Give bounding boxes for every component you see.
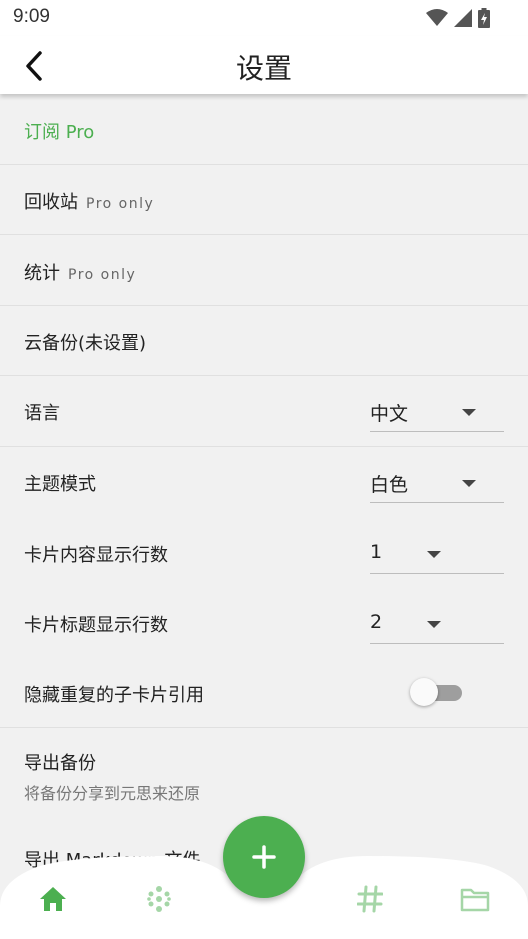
page-title: 设置: [235, 52, 292, 85]
recycle-bin-title: 回收站: [24, 192, 78, 213]
export-backup-item[interactable]: 导出备份 将备份分享到元思来还原: [0, 728, 528, 814]
app-bar: 设置: [0, 36, 528, 94]
subscribe-pro-item[interactable]: 订阅 Pro: [0, 94, 528, 164]
chevron-down-icon: [462, 409, 476, 416]
status-icons: [426, 8, 490, 28]
folder-icon: [460, 888, 490, 912]
wifi-icon: [426, 9, 448, 26]
plus-icon: [252, 845, 276, 869]
card-title-lines-dropdown[interactable]: 2: [370, 604, 504, 644]
nav-folders[interactable]: [455, 882, 495, 916]
statistics-label: 统计 Pro only: [24, 259, 136, 285]
hashtag-icon: [357, 885, 383, 913]
settings-list: 订阅 Pro 回收站 Pro only 统计 Pro only 云备份(未设置) 语…: [0, 94, 528, 939]
chevron-down-icon: [462, 480, 476, 487]
card-title-lines-label: 卡片标题显示行数: [24, 615, 168, 636]
language-dropdown[interactable]: 中文: [370, 392, 504, 432]
cloud-backup-label: 云备份(未设置): [24, 333, 147, 354]
nav-home[interactable]: [33, 882, 73, 916]
card-content-lines-item: 卡片内容显示行数 1: [0, 517, 528, 587]
theme-item: 主题模式 白色: [0, 447, 528, 517]
chevron-down-icon: [427, 621, 441, 628]
statistics-item[interactable]: 统计 Pro only: [0, 235, 528, 305]
statistics-title: 统计: [24, 263, 60, 284]
theme-dropdown[interactable]: 白色: [370, 463, 504, 503]
theme-label: 主题模式: [24, 474, 96, 495]
card-content-lines-dropdown[interactable]: 1: [370, 534, 504, 574]
card-content-lines-value: 1: [370, 541, 383, 563]
status-time: 9:09: [13, 6, 50, 27]
cloud-backup-item[interactable]: 云备份(未设置): [0, 306, 528, 376]
language-item: 语言 中文: [0, 376, 528, 446]
nav-cards[interactable]: [139, 882, 179, 916]
home-icon: [40, 887, 66, 911]
add-card-button[interactable]: [223, 816, 305, 898]
card-title-lines-item: 卡片标题显示行数 2: [0, 587, 528, 657]
card-title-lines-value: 2: [370, 611, 383, 633]
battery-icon: [478, 8, 490, 28]
chevron-down-icon: [427, 551, 441, 558]
status-bar: 9:09: [0, 0, 528, 36]
toggle-knob: [410, 678, 438, 706]
hide-duplicate-refs-label: 隐藏重复的子卡片引用: [24, 685, 204, 706]
recycle-bin-label: 回收站 Pro only: [24, 188, 154, 214]
export-backup-label: 导出备份: [24, 753, 96, 774]
pro-only-tag: Pro only: [68, 267, 137, 283]
subscribe-pro-label: 订阅 Pro: [24, 122, 95, 143]
language-value: 中文: [370, 403, 409, 425]
theme-value: 白色: [370, 474, 409, 496]
language-label: 语言: [24, 403, 60, 424]
recycle-bin-item[interactable]: 回收站 Pro only: [0, 165, 528, 235]
card-content-lines-label: 卡片内容显示行数: [24, 545, 168, 566]
hide-duplicate-refs-item: 隐藏重复的子卡片引用: [0, 657, 528, 727]
hide-duplicate-refs-toggle[interactable]: [410, 678, 462, 708]
nav-tags[interactable]: [350, 882, 390, 916]
dots-grid-icon: [147, 886, 171, 912]
cell-signal-icon: [454, 9, 472, 27]
pro-only-tag: Pro only: [86, 196, 155, 212]
export-backup-description: 将备份分享到元思来还原: [24, 784, 201, 803]
